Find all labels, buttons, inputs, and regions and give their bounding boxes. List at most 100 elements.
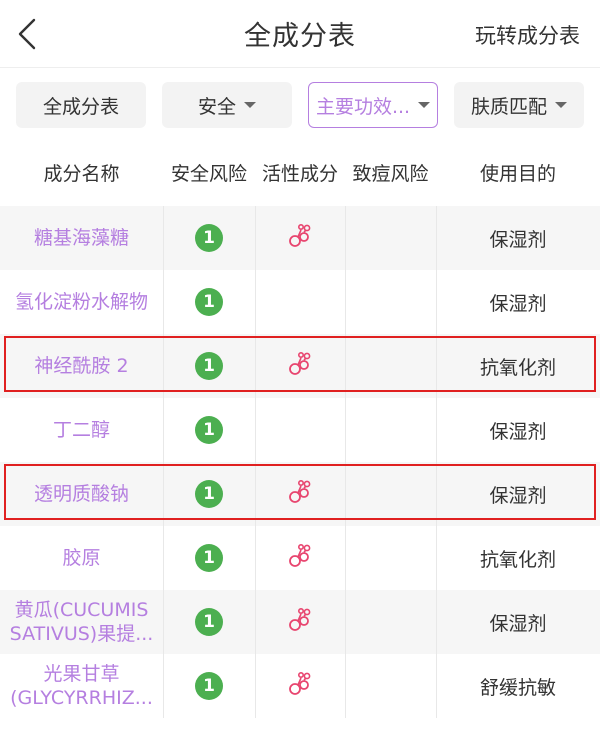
caret-down-icon [555, 102, 567, 108]
cherry-molecule-icon [287, 479, 313, 509]
ingredient-name[interactable]: 胶原 [0, 526, 163, 590]
purpose-cell: 抗氧化剂 [479, 356, 556, 379]
ingredient-name[interactable]: 丁二醇 [0, 398, 163, 462]
purpose-cell: 保湿剂 [489, 228, 547, 251]
filter-label: 全成分表 [42, 95, 119, 118]
ingredient-name[interactable]: 黄瓜(CUCUMIS SATIVUS)果提... [0, 590, 163, 654]
safety-risk-cell: 1 [163, 526, 255, 590]
filter-skin-match[interactable]: 肤质匹配 [454, 82, 584, 128]
safety-score-badge: 1 [195, 672, 223, 700]
column-divider [163, 654, 164, 718]
safety-risk-cell: 1 [163, 654, 255, 718]
safety-risk-cell: 1 [163, 270, 255, 334]
column-divider [163, 590, 164, 654]
safety-score-badge: 1 [195, 608, 223, 636]
column-divider [436, 398, 437, 462]
column-divider [345, 270, 346, 334]
safety-risk-cell: 1 [163, 206, 255, 270]
column-divider [255, 654, 256, 718]
cherry-molecule-icon [287, 671, 313, 701]
safety-score-badge: 1 [195, 480, 223, 508]
column-divider [345, 462, 346, 526]
filter-safety[interactable]: 安全 [162, 82, 292, 128]
active-ingredient-cell [255, 462, 345, 526]
active-ingredient-cell [255, 526, 345, 590]
column-divider [345, 654, 346, 718]
table-row[interactable]: 糖基海藻糖 1 保湿剂 [0, 206, 600, 270]
ingredient-name[interactable]: 氢化淀粉水解物 [0, 270, 163, 334]
safety-risk-cell: 1 [163, 462, 255, 526]
column-divider [255, 334, 256, 398]
filter-label: 主要功效... [315, 95, 411, 118]
safety-score-badge: 1 [195, 224, 223, 252]
table-row[interactable]: 氢化淀粉水解物 1 保湿剂 [0, 270, 600, 334]
purpose-cell: 抗氧化剂 [479, 548, 556, 571]
column-divider [436, 462, 437, 526]
acne-risk-cell [345, 398, 436, 462]
active-ingredient-cell [255, 270, 345, 334]
filter-all-ingredients[interactable]: 全成分表 [16, 82, 146, 128]
filter-label: 安全 [197, 95, 236, 118]
filter-bar: 全成分表 安全 主要功效... 肤质匹配 [0, 68, 600, 142]
ingredient-name[interactable]: 神经酰胺 2 [0, 334, 163, 398]
purpose-cell: 舒缓抗敏 [479, 676, 556, 699]
acne-risk-cell [345, 462, 436, 526]
column-divider [163, 206, 164, 270]
column-divider [163, 398, 164, 462]
safety-risk-cell: 1 [163, 398, 255, 462]
column-divider [255, 206, 256, 270]
column-divider [345, 590, 346, 654]
column-divider [436, 206, 437, 270]
safety-score-badge: 1 [195, 416, 223, 444]
ingredient-name[interactable]: 透明质酸钠 [0, 462, 163, 526]
column-divider [255, 270, 256, 334]
table-row[interactable]: 胶原 1 抗氧化剂 [0, 526, 600, 590]
safety-score-badge: 1 [195, 544, 223, 572]
cherry-molecule-icon [287, 607, 313, 637]
column-divider [436, 590, 437, 654]
table-row[interactable]: 黄瓜(CUCUMIS SATIVUS)果提... 1 保湿剂 [0, 590, 600, 654]
purpose-cell: 保湿剂 [489, 484, 547, 507]
ingredient-name[interactable]: 光果甘草 (GLYCYRRHIZ... [0, 654, 163, 718]
column-divider [255, 462, 256, 526]
table-row[interactable]: 光果甘草 (GLYCYRRHIZ... 1 舒缓抗敏 [0, 654, 600, 718]
filter-label: 肤质匹配 [470, 95, 547, 118]
cherry-molecule-icon [287, 351, 313, 381]
safety-risk-cell: 1 [163, 334, 255, 398]
column-divider [436, 270, 437, 334]
play-ingredients-link[interactable]: 玩转成分表 [475, 20, 580, 50]
column-divider [163, 270, 164, 334]
safety-risk-cell: 1 [163, 590, 255, 654]
acne-risk-cell [345, 654, 436, 718]
column-divider [345, 334, 346, 398]
table-row[interactable]: 丁二醇 1 保湿剂 [0, 398, 600, 462]
table-header: 成分名称 安全风险 活性成分 致痘风险 使用目的 [0, 142, 600, 206]
column-divider [436, 526, 437, 590]
acne-risk-cell [345, 334, 436, 398]
ingredient-name[interactable]: 糖基海藻糖 [0, 206, 163, 270]
table-row[interactable]: 透明质酸钠 1 保湿剂 [0, 462, 600, 526]
column-divider [163, 334, 164, 398]
active-ingredient-cell [255, 206, 345, 270]
header-acne-risk: 致痘风险 [352, 163, 429, 185]
header-safety-risk: 安全风险 [170, 163, 247, 185]
column-divider [255, 590, 256, 654]
acne-risk-cell [345, 206, 436, 270]
column-divider [163, 462, 164, 526]
header-purpose: 使用目的 [479, 163, 556, 185]
cherry-molecule-icon [287, 543, 313, 573]
cherry-molecule-icon [287, 223, 313, 253]
filter-main-effects[interactable]: 主要功效... [308, 82, 438, 128]
safety-score-badge: 1 [195, 352, 223, 380]
acne-risk-cell [345, 526, 436, 590]
active-ingredient-cell [255, 654, 345, 718]
active-ingredient-cell [255, 590, 345, 654]
purpose-cell: 保湿剂 [489, 420, 547, 443]
active-ingredient-cell [255, 398, 345, 462]
column-divider [345, 398, 346, 462]
table-row[interactable]: 神经酰胺 2 1 抗氧化剂 [0, 334, 600, 398]
column-divider [255, 398, 256, 462]
caret-down-icon [244, 102, 256, 108]
acne-risk-cell [345, 590, 436, 654]
caret-down-icon [418, 102, 431, 108]
